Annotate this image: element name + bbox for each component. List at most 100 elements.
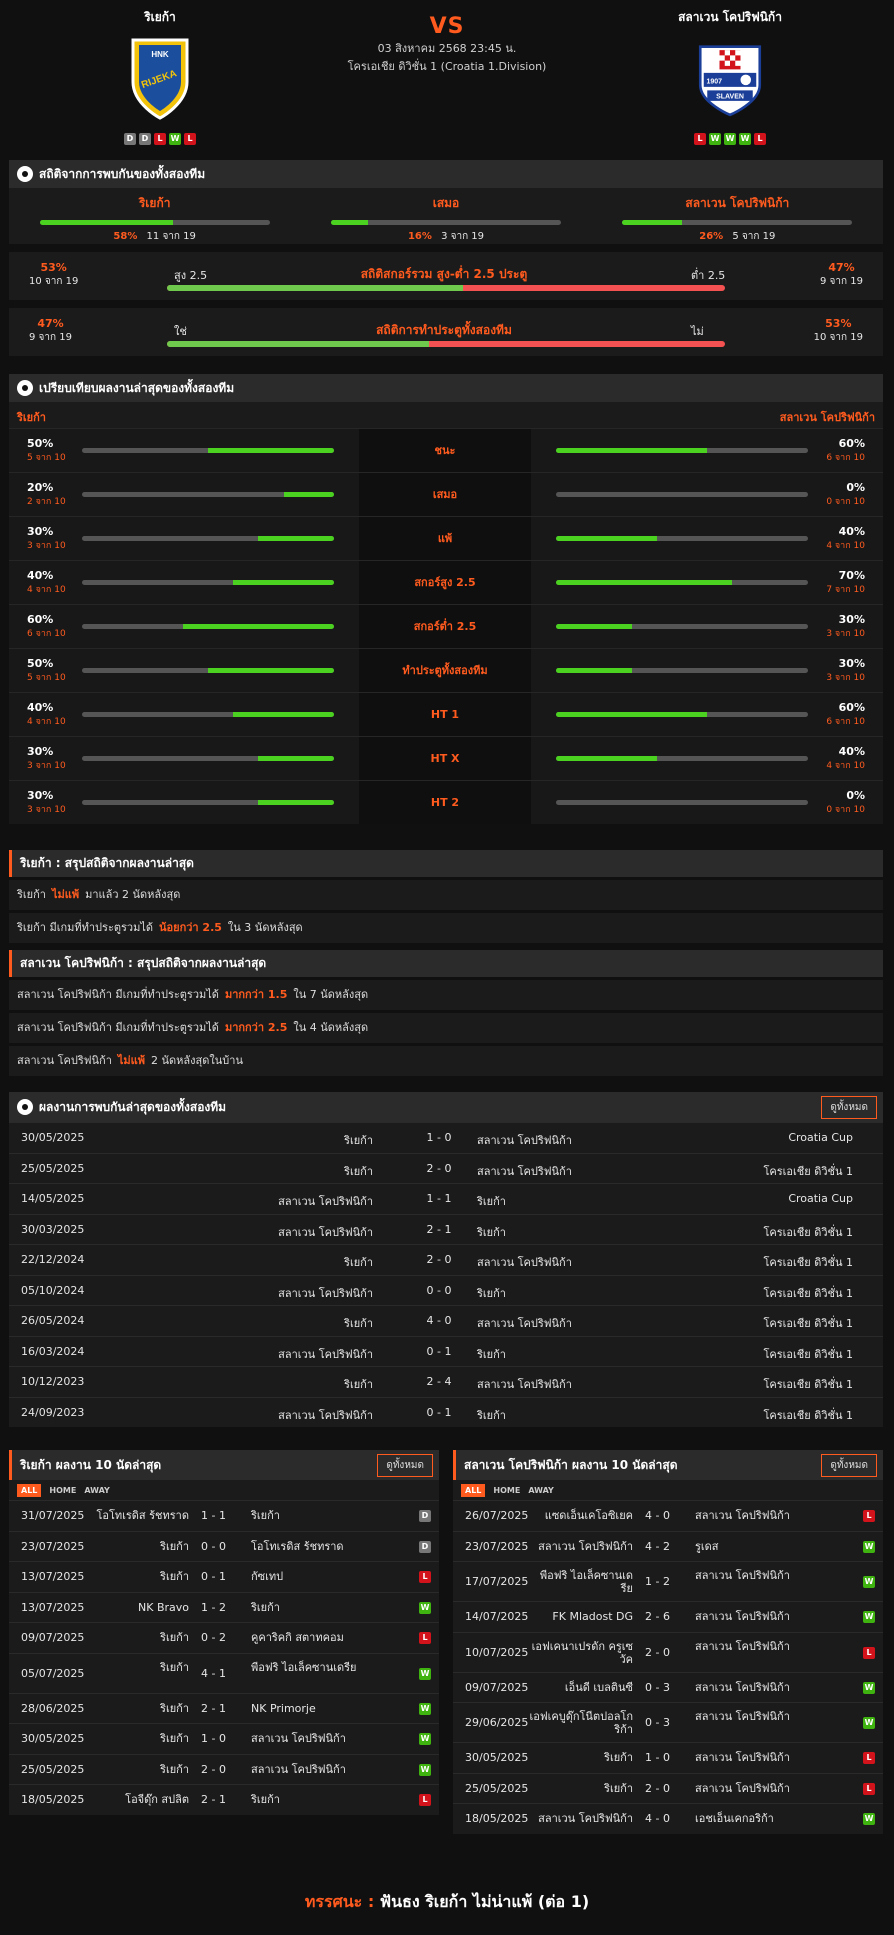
recent-match-row[interactable]: 09/07/2025 ริเยก้า 0 - 2 คูคาริคกิ สตาทคอม L [9, 1622, 439, 1653]
compare-row: 40% 4 จาก 10 HT 1 60% 6 จาก 10 [9, 692, 883, 736]
recent-match-row[interactable]: 28/06/2025 ริเยก้า 2 - 1 NK Primorje W [9, 1692, 439, 1723]
compare-home-bar [82, 756, 334, 761]
h2h-col-pct: 16% [407, 231, 432, 242]
summary-line: สลาเวน โคปริฟนิก้า มีเกมที่ทำประตูรวมได้… [9, 980, 883, 1010]
compare-away-pct: 30% 3 จาก 10 [820, 613, 865, 640]
match-home: ริเยก้า [160, 1539, 189, 1553]
form-compare-title: เปรียบเทียบผลงานล่าสุดของทั้งสองทีม [39, 380, 235, 395]
match-home: สลาเวน โคปริฟนิก้า [278, 1286, 373, 1300]
tab-away[interactable]: AWAY [528, 1486, 554, 1495]
home-count: 5 จาก 10 [27, 673, 66, 683]
recent-match-row[interactable]: 13/07/2025 NK Bravo 1 - 2 ริเยก้า W [9, 1591, 439, 1622]
form-compare-section: เปรียบเทียบผลงานล่าสุดของทั้งสองทีม ริเย… [9, 374, 883, 824]
away-team[interactable]: สลาเวน โคปริฟนิก้า 1907 SLAVEN LWWWL [630, 8, 830, 145]
recent-match-row[interactable]: 23/07/2025 ริเยก้า 0 - 0 โอโทเรดิส ร้ชทราด D [9, 1530, 439, 1561]
summary-text: สลาเวน โคปริฟนิก้า มีเกมที่ทำประตูรวมได้ [17, 988, 219, 1001]
h2h-match-row[interactable]: 05/10/2024 สลาเวน โคปริฟนิก้า 0 - 0 ริเยก้า… [9, 1274, 883, 1305]
recent-match-row[interactable]: 30/05/2025 ริเยก้า 1 - 0 สลาเวน โคปริฟนิก้า… [453, 1742, 883, 1773]
btts-bar [167, 341, 725, 347]
match-home: FK Mladost DG [552, 1610, 633, 1623]
recent-match-row[interactable]: 18/05/2025 สลาเวน โคปริฟนิก้า 4 - 0 เอชเอ็น… [453, 1803, 883, 1834]
match-league[interactable]: โครเอเชีย ดิวิชั่น 1 (Croatia 1.Division… [297, 59, 597, 75]
match-home: เอฟเคนาเปรดัก ครูเซวัค [531, 1639, 633, 1666]
h2h-match-row[interactable]: 30/05/2025 ริเยก้า 1 - 0 สลาเวน โคปริฟนิก้า… [9, 1122, 883, 1153]
tab-home[interactable]: HOME [49, 1486, 76, 1495]
match-score: 0 - 3 [645, 1680, 670, 1694]
compare-away-bar [556, 624, 808, 629]
summary-text: ใน 7 นัดหลังสุด [293, 988, 369, 1001]
tab-all[interactable]: ALL [461, 1483, 486, 1497]
match-score: 4 - 0 [645, 1509, 670, 1522]
form-badge: D [124, 133, 136, 145]
compare-away-bar [556, 492, 808, 497]
recent-match-row[interactable]: 31/07/2025 โอโทเรดิส ร้ชทราด 1 - 1 ริเยก้า D [9, 1500, 439, 1531]
match-score: 1 - 1 [201, 1509, 226, 1522]
tab-away[interactable]: AWAY [84, 1486, 110, 1495]
home-team[interactable]: ริเยก้า HNK RIJEKA DDLWL [60, 8, 260, 145]
home-last10-header: ริเยก้า ผลงาน 10 นัดล่าสุด ดูทั้งหมด [9, 1450, 439, 1480]
match-away: สลาเวน โคปริฟนิก้า [477, 1164, 572, 1178]
home-pct: 40% [27, 569, 54, 582]
match-info: VS 03 สิงหาคม 2568 23:45 น. โครเอเชีย ดิ… [297, 14, 597, 75]
recent-match-row[interactable]: 18/05/2025 โอจีดุ๊ก สปลิต 2 - 1 ริเยก้า L [9, 1784, 439, 1815]
recent-match-row[interactable]: 29/06/2025 เอฟเคบูดุ๊กโนีตปอลโกริก้า 0 - 3… [453, 1702, 883, 1742]
h2h-col-bar [39, 220, 270, 225]
h2h-see-all-button[interactable]: ดูทั้งหมด [821, 1095, 877, 1119]
recent-match-row[interactable]: 30/05/2025 ริเยก้า 1 - 0 สลาเวน โคปริฟนิก้า… [9, 1723, 439, 1754]
recent-match-row[interactable]: 13/07/2025 ริเยก้า 0 - 1 กัซเทป L [9, 1561, 439, 1592]
h2h-match-row[interactable]: 24/09/2023 สลาเวน โคปริฟนิก้า 0 - 1 ริเยก้า… [9, 1396, 883, 1427]
match-score: 2 - 1 [201, 1701, 226, 1715]
compare-away-pct: 0% 0 จาก 10 [820, 481, 865, 508]
recent-match-row[interactable]: 10/07/2025 เอฟเคนาเปรดัก ครูเซวัค 2 - 0 สลา… [453, 1631, 883, 1672]
h2h-match-row[interactable]: 14/05/2025 สลาเวน โคปริฟนิก้า 1 - 1 ริเยก้า… [9, 1183, 883, 1214]
btts-no-label: ไม่ [691, 325, 704, 338]
compare-home-bar [82, 668, 334, 673]
btts-no-pct: 53% 10 จาก 19 [813, 317, 863, 343]
recent-match-row[interactable]: 14/07/2025 FK Mladost DG 2 - 6 สลาเวน โคปริ… [453, 1601, 883, 1632]
home-summary-title: ริเยก้า : สรุปสถิติจากผลงานล่าสุด [9, 850, 883, 877]
match-date: 31/07/2025 [21, 1509, 85, 1522]
h2h-col: ริเยก้า 58% 11 จาก 19 [9, 188, 300, 244]
match-date: 05/10/2024 [21, 1283, 85, 1297]
h2h-match-row[interactable]: 25/05/2025 ริเยก้า 2 - 0 สลาเวน โคปริฟนิก้า… [9, 1152, 883, 1183]
recent-match-row[interactable]: 05/07/2025 ริเยก้า 4 - 1 พีอฟริ ไอเล็คซานเด… [9, 1652, 439, 1693]
away-pct: 30% [838, 657, 865, 670]
h2h-match-row[interactable]: 30/03/2025 สลาเวน โคปริฟนิก้า 2 - 1 ริเยก้า… [9, 1213, 883, 1244]
h2h-match-row[interactable]: 22/12/2024 ริเยก้า 2 - 0 สลาเวน โคปริฟนิก้า… [9, 1244, 883, 1275]
away-count: 0 จาก 10 [826, 805, 865, 815]
compare-home-pct: 60% 6 จาก 10 [27, 613, 72, 640]
match-away: คูคาริคกิ สตาทคอม [251, 1631, 344, 1644]
h2h-match-row[interactable]: 26/05/2024 ริเยก้า 4 - 0 สลาเวน โคปริฟนิก้า… [9, 1305, 883, 1336]
match-home: เอฟเคบูดุ๊กโนีตปอลโกริก้า [529, 1710, 633, 1736]
compare-home-bar [82, 712, 334, 717]
away-last10-see-all-button[interactable]: ดูทั้งหมด [821, 1453, 877, 1477]
recent-match-row[interactable]: 17/07/2025 พีอฟริ ไอเล็คซานเดรีย 1 - 2 สลาเ… [453, 1561, 883, 1601]
tab-all[interactable]: ALL [17, 1483, 42, 1497]
match-home: ริเยก้า [160, 1660, 189, 1674]
recent-match-row[interactable]: 25/05/2025 ริเยก้า 2 - 0 สลาเวน โคปริฟนิก้า… [453, 1772, 883, 1803]
away-count: 7 จาก 10 [826, 585, 865, 595]
away-count: 0 จาก 10 [826, 497, 865, 507]
match-score: 2 - 6 [645, 1610, 670, 1623]
home-last10-see-all-button[interactable]: ดูทั้งหมด [377, 1453, 433, 1477]
compare-away-bar [556, 756, 808, 761]
tab-home[interactable]: HOME [493, 1486, 520, 1495]
match-score: 1 - 0 [426, 1131, 452, 1144]
match-away: ริเยก้า [477, 1286, 506, 1300]
h2h-match-row[interactable]: 10/12/2023 ริเยก้า 2 - 4 สลาเวน โคปริฟนิก้า… [9, 1366, 883, 1397]
home-count: 4 จาก 10 [27, 585, 66, 595]
recent-match-row[interactable]: 26/07/2025 แซดเอ็นเคโอซิเยค 4 - 0 สลาเวน โค… [453, 1500, 883, 1531]
match-score: 0 - 0 [201, 1539, 226, 1553]
compare-home-bar [82, 448, 334, 453]
match-home: สลาเวน โคปริฟนิก้า [278, 1408, 373, 1422]
compare-label: ชนะ [359, 429, 531, 472]
compare-away-bar [556, 800, 808, 805]
recent-match-row[interactable]: 23/07/2025 สลาเวน โคปริฟนิก้า 4 - 2 รูเดส W [453, 1530, 883, 1561]
match-score: 1 - 1 [426, 1192, 452, 1205]
form-badge: L [694, 133, 706, 145]
recent-match-row[interactable]: 09/07/2025 เอ็นดี เบลตินซี 0 - 3 สลาเวน โคป… [453, 1671, 883, 1702]
match-date: 25/05/2025 [465, 1781, 529, 1795]
h2h-col-count: 5 จาก 19 [732, 231, 776, 242]
recent-match-row[interactable]: 25/05/2025 ริเยก้า 2 - 0 สลาเวน โคปริฟนิก้า… [9, 1753, 439, 1784]
h2h-match-row[interactable]: 16/03/2024 สลาเวน โคปริฟนิก้า 0 - 1 ริเยก้า… [9, 1335, 883, 1366]
